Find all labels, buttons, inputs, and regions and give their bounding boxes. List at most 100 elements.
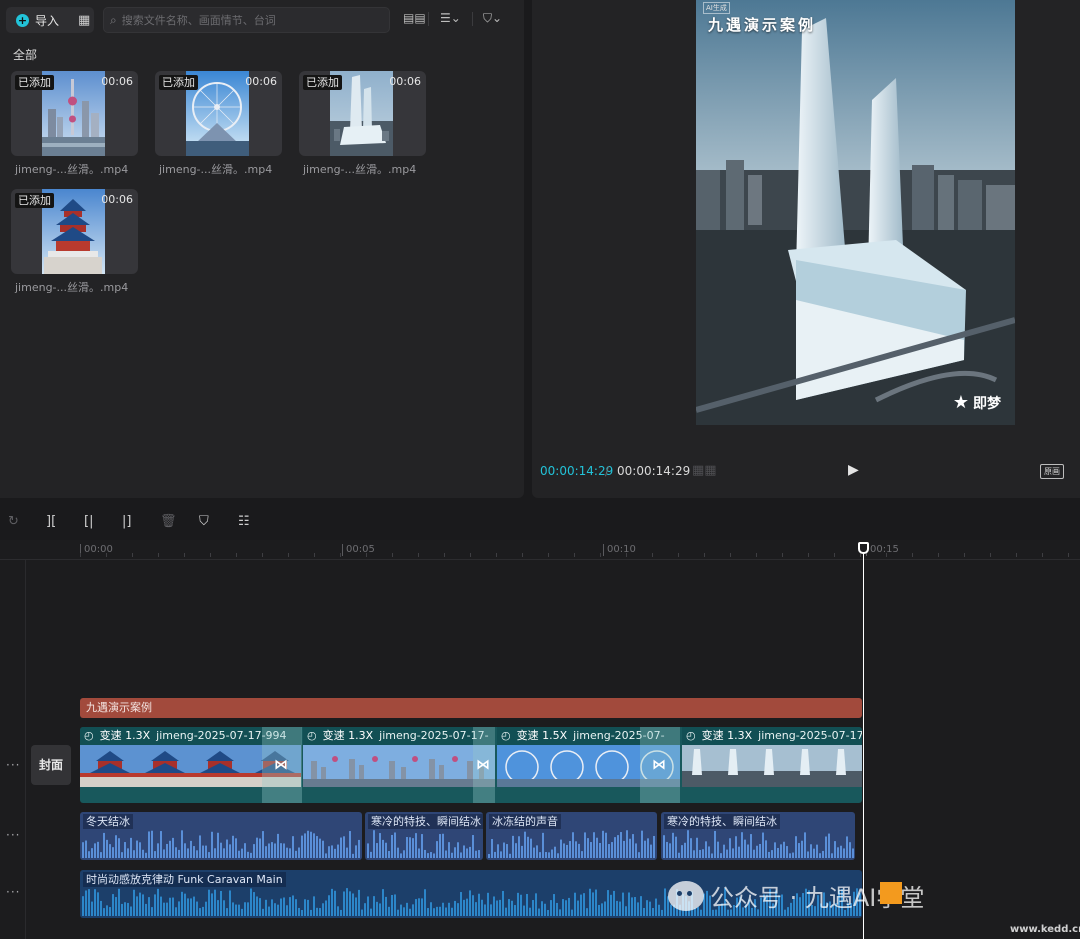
waveform-bar xyxy=(274,903,276,916)
waveform-bar xyxy=(262,908,264,916)
waveform-bar xyxy=(259,898,261,916)
waveform-bar xyxy=(241,848,243,858)
waveform-bar xyxy=(684,842,686,858)
ruler-minor-tick xyxy=(392,553,393,557)
waveform-bar xyxy=(301,909,303,916)
text-clip[interactable]: 九遇演示案例 xyxy=(80,698,862,718)
waveform-bar xyxy=(574,892,576,916)
waveform-bar xyxy=(253,844,255,858)
waveform-bar xyxy=(702,849,704,858)
transition-icon: ⋈ xyxy=(274,757,288,773)
ruler-minor-tick xyxy=(964,553,965,557)
grid-icon[interactable]: ▦▦ xyxy=(692,463,717,478)
waveform-bar xyxy=(744,839,746,858)
waveform-bar xyxy=(256,837,258,858)
logo-text: 即梦 xyxy=(973,395,1001,412)
waveform-bar xyxy=(115,897,117,916)
waveform-bar xyxy=(593,832,595,858)
waveform-bar xyxy=(220,842,222,858)
waveform-bar xyxy=(584,832,586,858)
waveform-bar xyxy=(385,896,387,916)
waveform-bar xyxy=(687,830,689,858)
waveform-bar xyxy=(106,839,108,858)
waveform-bar xyxy=(649,901,651,916)
plus-circle-icon: + xyxy=(16,13,29,27)
waveform-bar xyxy=(669,843,671,858)
waveform-bar xyxy=(142,894,144,916)
waveform-bar xyxy=(133,889,135,916)
waveform-bar xyxy=(367,896,369,916)
waveform-bar xyxy=(415,833,417,858)
current-time: 00:00:14:29 xyxy=(540,464,614,478)
more-icon[interactable]: ··· xyxy=(6,885,20,899)
waveform-bar xyxy=(169,840,171,858)
media-item[interactable]: 已添加 00:06 xyxy=(11,189,138,274)
waveform-bar xyxy=(97,892,99,916)
waveform-bar xyxy=(385,842,387,858)
waveform-bar xyxy=(622,892,624,916)
import-button[interactable]: + 导入 ▦ xyxy=(6,7,94,33)
audio-clip[interactable]: 寒冷的特技、瞬间结冰 xyxy=(661,812,855,860)
waveform-bar xyxy=(316,836,318,858)
transition-marker[interactable]: ⋈ xyxy=(473,727,495,803)
waveform-bar xyxy=(616,900,618,916)
time-ruler[interactable]: 00:00 00:05 00:10 00:15 xyxy=(0,540,1080,560)
search-input[interactable] xyxy=(121,13,382,27)
split-icon[interactable]: ][ xyxy=(46,514,56,529)
ruler-minor-tick xyxy=(574,553,575,557)
trim-right-icon[interactable]: |] xyxy=(122,514,131,529)
waveform-bar xyxy=(789,853,791,858)
duration-label: 00:06 xyxy=(389,75,421,88)
waveform-bar xyxy=(490,904,492,916)
waveform-bar xyxy=(118,888,120,916)
trash-icon[interactable]: 🗑 xyxy=(160,514,177,529)
clip-header: ◴ 变速 1.3X jimeng-2025-07-17- xyxy=(682,727,862,745)
more-icon[interactable]: ··· xyxy=(6,758,20,772)
edit-list-icon[interactable]: ☷ xyxy=(238,514,250,529)
video-clip[interactable]: ◴ 变速 1.3X jimeng-2025-07-17- xyxy=(303,727,495,787)
waveform-bar xyxy=(499,899,501,916)
more-icon[interactable]: ··· xyxy=(6,828,20,842)
waveform-bar xyxy=(130,837,132,858)
transition-marker[interactable]: ⋈ xyxy=(640,727,680,803)
waveform-bar xyxy=(235,904,237,916)
redo-icon[interactable]: ↻ xyxy=(8,514,19,529)
search-box[interactable]: ⌕ xyxy=(103,7,390,33)
waveform-bar xyxy=(632,834,634,858)
playhead-handle[interactable] xyxy=(858,542,869,554)
video-track[interactable]: ◴ 变速 1.3X jimeng-2025-07-17-994 ◴ 变速 1.3… xyxy=(80,727,862,803)
waveform-bar xyxy=(382,839,384,858)
ruler-minor-tick xyxy=(106,553,107,557)
transition-marker[interactable]: ⋈ xyxy=(262,727,302,803)
audio-clip[interactable]: 冰冻结的声音 xyxy=(486,812,657,860)
clip-speed: 变速 1.3X xyxy=(322,729,374,742)
waveform-bar xyxy=(151,830,153,858)
layout-icon[interactable]: ▤▤ xyxy=(403,11,426,25)
waveform-bar xyxy=(277,833,279,858)
ruler-minor-tick xyxy=(158,553,159,557)
waveform-bar xyxy=(217,900,219,916)
filter-icon[interactable]: ⛉⌄ xyxy=(483,11,502,26)
sort-icon[interactable]: ☰⌄ xyxy=(440,11,461,25)
waveform-bar xyxy=(193,896,195,916)
grid-icon[interactable]: ▦ xyxy=(78,13,90,28)
waveform-bar xyxy=(112,894,114,916)
ruler-minor-tick xyxy=(418,553,419,557)
waveform-bar xyxy=(373,830,375,858)
audio-clip[interactable]: 寒冷的特技、瞬间结冰 xyxy=(365,812,483,860)
waveform-bar xyxy=(623,840,625,858)
original-quality-button[interactable]: 原画 xyxy=(1040,464,1064,479)
audio-clip[interactable]: 冬天结冰 xyxy=(80,812,362,860)
waveform-bar xyxy=(631,897,633,916)
play-icon[interactable]: ▶ xyxy=(848,462,859,478)
media-item[interactable]: 已添加 00:06 xyxy=(155,71,282,156)
cover-button[interactable]: 封面 xyxy=(31,745,71,785)
waveform-bar xyxy=(604,901,606,916)
video-clip[interactable]: ◴ 变速 1.3X jimeng-2025-07-17- xyxy=(682,727,862,787)
shield-icon[interactable]: ⛉ xyxy=(199,514,209,529)
media-item[interactable]: 已添加 00:06 xyxy=(299,71,426,156)
trim-left-icon[interactable]: [| xyxy=(84,514,93,529)
media-item[interactable]: 已添加 00:06 xyxy=(11,71,138,156)
waveform-bar xyxy=(286,905,288,916)
preview-video[interactable]: AI生成 九遇演示案例 ★ 即梦 xyxy=(696,0,1015,425)
